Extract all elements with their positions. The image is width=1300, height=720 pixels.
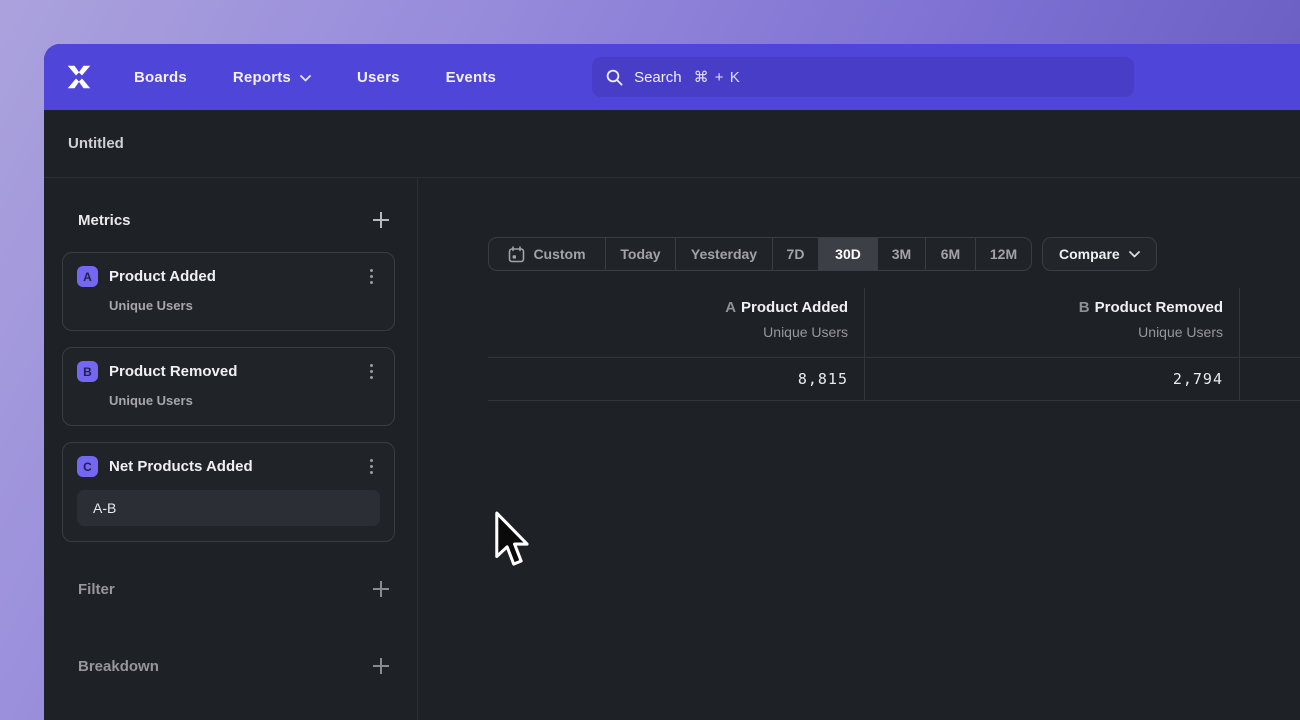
metric-measurement[interactable]: Unique Users [109, 393, 380, 408]
report-titlebar: Untitled [44, 110, 1300, 178]
nav-item-boards[interactable]: Boards [134, 69, 187, 86]
results-table: A Product Added Unique Users B Product Rem… [488, 288, 1300, 401]
metric-card-c[interactable]: C Net Products Added A-B [62, 442, 395, 542]
breakdown-section: Breakdown [78, 656, 391, 676]
metrics-heading: Metrics [78, 212, 131, 229]
results-panel: Custom Today Yesterday 7D 30D 3M 6M 12M … [418, 178, 1300, 720]
date-range-3m[interactable]: 3M [878, 238, 926, 270]
metric-label: Net Products Added [109, 458, 362, 475]
search-icon [606, 69, 623, 86]
search-placeholder: Search [634, 69, 682, 86]
compare-button[interactable]: Compare [1042, 237, 1157, 271]
nav-links: Boards Reports Users Events [134, 69, 496, 86]
top-navbar: Boards Reports Users Events Search ⌘ + K [44, 44, 1300, 110]
search-shortcut: ⌘ + K [694, 68, 741, 86]
metric-badge-c: C [77, 456, 98, 477]
table-cell-product-added[interactable]: 8,815 [488, 358, 865, 400]
table-header-row: A Product Added Unique Users B Product Rem… [488, 288, 1300, 357]
date-range-label: 6M [941, 246, 960, 262]
date-range-label: 7D [787, 246, 805, 262]
add-metric-button[interactable] [371, 210, 391, 230]
table-value-row: 8,815 2,794 [488, 357, 1300, 401]
date-range-label: Today [620, 246, 660, 262]
date-range-custom[interactable]: Custom [489, 238, 606, 270]
metric-badge-a: A [77, 266, 98, 287]
column-subtitle: Unique Users [488, 324, 848, 340]
column-header-product-added[interactable]: A Product Added Unique Users [488, 288, 865, 357]
date-range-selector: Custom Today Yesterday 7D 30D 3M 6M 12M [488, 237, 1032, 271]
query-builder-sidebar: Metrics A Product Added Unique Users B P… [44, 178, 418, 720]
nav-item-reports-label: Reports [233, 69, 291, 86]
chevron-down-icon [300, 75, 311, 82]
date-range-30d-selected[interactable]: 30D [819, 238, 878, 270]
nav-item-reports[interactable]: Reports [233, 69, 311, 86]
metric-badge-b: B [77, 361, 98, 382]
compare-button-label: Compare [1059, 246, 1120, 262]
table-cell-empty [1240, 358, 1300, 400]
metrics-header: Metrics [78, 210, 391, 230]
date-range-12m[interactable]: 12M [976, 238, 1031, 270]
column-title: Product Removed [1095, 299, 1223, 316]
kebab-menu-icon[interactable] [362, 267, 380, 287]
date-range-label: 30D [835, 246, 861, 262]
metric-label: Product Added [109, 268, 362, 285]
add-breakdown-button[interactable] [371, 656, 391, 676]
column-header-empty [1240, 288, 1300, 357]
date-controls: Custom Today Yesterday 7D 30D 3M 6M 12M … [488, 237, 1157, 271]
app-window: Boards Reports Users Events Search ⌘ + K… [44, 44, 1300, 720]
date-range-label: Yesterday [691, 246, 757, 262]
date-range-label: 3M [892, 246, 911, 262]
metric-measurement[interactable]: Unique Users [109, 298, 380, 313]
metric-card-a[interactable]: A Product Added Unique Users [62, 252, 395, 331]
metric-card-b[interactable]: B Product Removed Unique Users [62, 347, 395, 426]
date-range-label: Custom [533, 246, 585, 262]
chevron-down-icon [1129, 251, 1140, 258]
report-title[interactable]: Untitled [68, 135, 124, 152]
nav-item-users[interactable]: Users [357, 69, 400, 86]
date-range-label: 12M [990, 246, 1017, 262]
filter-heading: Filter [78, 581, 115, 598]
date-range-yesterday[interactable]: Yesterday [676, 238, 773, 270]
breakdown-heading: Breakdown [78, 658, 159, 675]
formula-input[interactable]: A-B [77, 490, 380, 526]
nav-item-events-label: Events [446, 69, 496, 86]
series-letter: B [1079, 299, 1090, 316]
column-title: Product Added [741, 299, 848, 316]
mixpanel-logo-icon[interactable] [64, 62, 94, 92]
calendar-icon [508, 246, 525, 263]
date-range-today[interactable]: Today [606, 238, 676, 270]
filter-section: Filter [78, 579, 391, 599]
nav-item-users-label: Users [357, 69, 400, 86]
nav-item-events[interactable]: Events [446, 69, 496, 86]
kebab-menu-icon[interactable] [362, 362, 380, 382]
date-range-7d[interactable]: 7D [773, 238, 819, 270]
metric-label: Product Removed [109, 363, 362, 380]
table-cell-product-removed[interactable]: 2,794 [865, 358, 1240, 400]
column-subtitle: Unique Users [865, 324, 1223, 340]
nav-item-boards-label: Boards [134, 69, 187, 86]
search-input[interactable]: Search ⌘ + K [592, 57, 1134, 97]
column-header-product-removed[interactable]: B Product Removed Unique Users [865, 288, 1240, 357]
series-letter: A [725, 299, 736, 316]
add-filter-button[interactable] [371, 579, 391, 599]
kebab-menu-icon[interactable] [362, 457, 380, 477]
date-range-6m[interactable]: 6M [926, 238, 976, 270]
